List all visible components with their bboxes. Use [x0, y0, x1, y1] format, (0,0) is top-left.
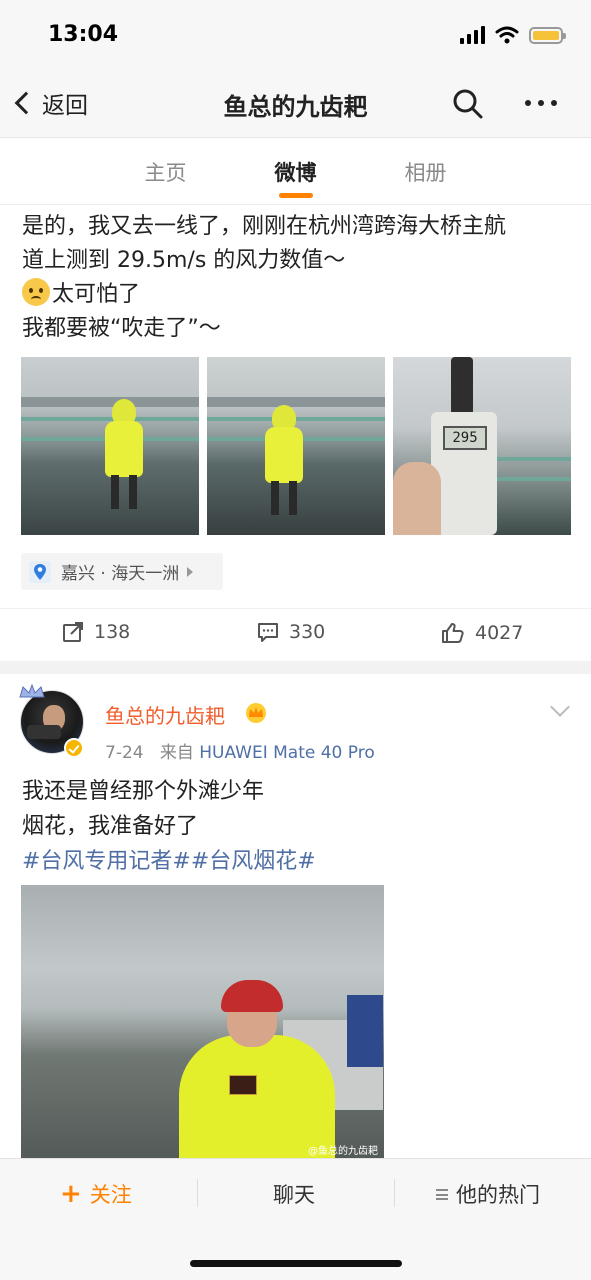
- post2-line: 烟花，我准备好了: [22, 814, 199, 839]
- search-icon[interactable]: [452, 88, 484, 120]
- chevron-down-icon[interactable]: [550, 697, 570, 717]
- post1-line-text: 太可怕了: [52, 282, 141, 307]
- post2-hashtags[interactable]: #台风专用记者##台风烟花#: [22, 844, 572, 879]
- image-watermark: @鱼总的九齿耙: [308, 1146, 378, 1157]
- post1-image[interactable]: 295: [393, 357, 571, 535]
- post2-date: 7-24: [105, 743, 144, 763]
- status-icons: [460, 26, 566, 44]
- reporter-figure: [261, 405, 307, 515]
- repost-count: 138: [94, 621, 131, 643]
- like-button[interactable]: 4027: [441, 621, 523, 645]
- status-time: 13:04: [48, 22, 119, 47]
- location-text: 嘉兴 · 海天一洲: [61, 564, 180, 584]
- post1-line: 道上测到 29.5m/s 的风力数值～: [22, 248, 346, 273]
- reporter-figure: [101, 399, 147, 509]
- profile-tabs: 主页 微博 相册: [0, 139, 591, 205]
- location-tag[interactable]: 嘉兴 · 海天一洲: [21, 553, 223, 590]
- tab-weibo[interactable]: 微博: [270, 139, 322, 204]
- post1-actions: 138 330 4027: [0, 608, 591, 660]
- post2-line: 我还是曾经那个外滩少年: [22, 779, 265, 804]
- like-count: 4027: [475, 622, 524, 644]
- post2-user-name[interactable]: 鱼总的九齿耙: [105, 700, 225, 729]
- comment-button[interactable]: 330: [257, 621, 325, 643]
- comment-icon: [258, 623, 278, 642]
- hot-posts-button[interactable]: 他的热门: [436, 1179, 540, 1209]
- follow-button[interactable]: + 关注: [60, 1179, 132, 1209]
- status-bar: 13:04: [0, 0, 591, 72]
- meter-reading: 295: [443, 426, 487, 450]
- post2-source[interactable]: HUAWEI Mate 40 Pro: [199, 743, 375, 763]
- tab-album[interactable]: 相册: [400, 139, 452, 204]
- comment-count: 330: [289, 621, 326, 643]
- post2-meta: 7-24 来自 HUAWEI Mate 40 Pro: [105, 738, 375, 763]
- post2-image[interactable]: @鱼总的九齿耙: [21, 885, 384, 1160]
- sad-emoji-icon: [22, 278, 50, 306]
- like-icon: [442, 623, 464, 643]
- chat-button[interactable]: 聊天: [273, 1179, 315, 1209]
- home-indicator[interactable]: [190, 1260, 402, 1267]
- tab-home[interactable]: 主页: [140, 139, 192, 204]
- wifi-icon: [495, 26, 519, 44]
- chevron-right-icon: [187, 566, 194, 577]
- post2-from-label: 来自: [159, 743, 194, 763]
- avatar-decoration-icon: [19, 683, 45, 698]
- plus-icon: +: [60, 1179, 82, 1209]
- feed-divider: [0, 661, 591, 674]
- location-pin-icon: [29, 560, 51, 583]
- post1-text[interactable]: 是的，我又去一线了，刚刚在杭州湾跨海大桥主航 道上测到 29.5m/s 的风力数…: [22, 210, 572, 346]
- repost-button[interactable]: 138: [62, 621, 130, 643]
- repost-icon: [63, 622, 83, 642]
- post1-image[interactable]: [207, 357, 385, 535]
- more-icon[interactable]: [525, 100, 557, 106]
- verified-icon: [64, 738, 84, 758]
- follow-label: 关注: [89, 1183, 132, 1207]
- post2-text[interactable]: 我还是曾经那个外滩少年 烟花，我准备好了 #台风专用记者##台风烟花#: [22, 774, 572, 879]
- post1-line: 是的，我又去一线了，刚刚在杭州湾跨海大桥主航: [22, 214, 507, 239]
- hot-label: 他的热门: [456, 1183, 540, 1207]
- microphone: [229, 1075, 257, 1095]
- nav-bar: 返回 鱼总的九齿耙: [0, 72, 591, 138]
- post1-line: 太可怕了: [22, 278, 572, 312]
- page-title: 鱼总的九齿耙: [223, 93, 368, 121]
- list-icon: [436, 1188, 448, 1200]
- signal-icon: [460, 26, 485, 44]
- post1-image[interactable]: [21, 357, 199, 535]
- post1-image-grid: 295: [21, 357, 571, 535]
- chat-label: 聊天: [273, 1183, 315, 1207]
- post1-line: 我都要被“吹走了”～: [22, 316, 221, 341]
- vip-crown-icon[interactable]: [244, 702, 268, 724]
- battery-icon: [529, 26, 566, 44]
